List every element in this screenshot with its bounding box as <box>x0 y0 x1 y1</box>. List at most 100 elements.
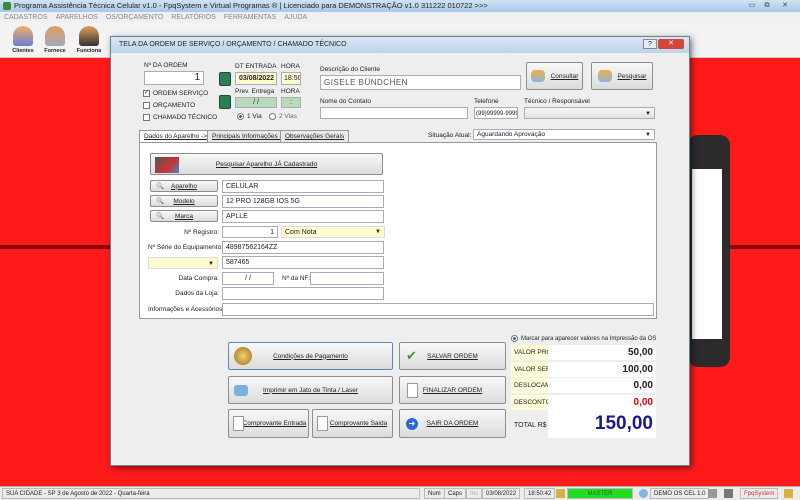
tab-observacoes-gerais[interactable]: Observações Gerais <box>280 130 350 142</box>
loja-field[interactable] <box>222 287 384 300</box>
close-dialog-button[interactable]: ✕ <box>658 39 684 49</box>
compra-field[interactable]: / / <box>222 272 274 285</box>
toolbar-fornece[interactable]: Fornece <box>40 25 70 57</box>
contato-label: Nome do Contato <box>320 98 371 105</box>
magnifier-icon: 🔍 <box>156 213 165 220</box>
status-date: 03/08/2022 <box>482 488 521 499</box>
app-title-bar: Programa Assistência Técnica Celular v1.… <box>0 0 800 12</box>
tab-principais-informacoes[interactable]: Principais Informações -> <box>207 130 291 142</box>
valor-servicos-field[interactable]: 100,00 <box>548 362 656 377</box>
extra-select[interactable]: ▼ <box>148 257 218 269</box>
close-app-button[interactable]: ✕ <box>778 1 792 10</box>
users-icon <box>530 70 545 82</box>
aparelho-field[interactable]: CELULAR <box>222 180 384 193</box>
type-chamado-tecnico[interactable]: CHAMADO TÉCNICO <box>143 114 217 121</box>
status-ins: Ins <box>466 488 483 499</box>
toolbar-funciona[interactable]: Funciona <box>74 25 104 57</box>
document-check-icon <box>407 383 418 398</box>
radio-selected-icon <box>237 113 244 120</box>
checkbox-checked-icon[interactable]: ✓ <box>143 90 150 97</box>
menu-cadastros[interactable]: CADASTROS <box>4 14 48 21</box>
nf-field[interactable] <box>310 272 384 285</box>
radio-icon <box>269 113 276 120</box>
devices-icon <box>155 157 179 173</box>
phone-wallpaper-image <box>688 135 730 367</box>
serie-field[interactable]: 48987562164ZZ <box>222 241 384 254</box>
checkmark-icon: ✔ <box>406 348 417 363</box>
cliente-field[interactable]: GISELE BÜNDCHEN <box>320 75 521 90</box>
radio-1-via[interactable]: 1 Via <box>237 113 262 120</box>
supplier-icon <box>45 26 65 46</box>
dt-entrada-label: DT ENTRADA <box>235 63 277 70</box>
prev-entrega-label: Prev. Entrega <box>235 88 275 95</box>
info-field[interactable] <box>222 303 654 316</box>
loja-label: Dados da Loja: <box>175 290 219 297</box>
lock-icon[interactable] <box>708 489 717 498</box>
type-ordem-servico[interactable]: ✓ ORDEM SERVIÇO <box>143 90 208 97</box>
chevron-down-icon: ▼ <box>645 111 651 117</box>
radio-2-vias[interactable]: 2 Vias <box>269 113 297 120</box>
marca-button[interactable]: 🔍 Marca <box>150 210 218 222</box>
help-button[interactable]: ? <box>643 39 657 49</box>
aparelho-button[interactable]: 🔍 Aparelho <box>150 180 218 192</box>
comprovante-entrada-button[interactable]: Comprovante Entrada <box>228 409 309 438</box>
menu-aparelhos[interactable]: APARELHOS <box>56 14 98 21</box>
telefone-field[interactable]: (99)99999-9999 <box>474 107 518 119</box>
status-caps: Caps <box>444 488 467 499</box>
menu-ajuda[interactable]: AJUDA <box>284 14 307 21</box>
hora-field[interactable]: 18:50 <box>281 72 301 85</box>
clients-icon <box>13 26 33 46</box>
coins-icon <box>234 347 252 365</box>
telefone-label: Telefone <box>474 98 499 105</box>
pesquisar-aparelho-button[interactable]: Pesquisar Aparelho JÁ Cadastrado <box>150 153 383 175</box>
hora2-label: HORA <box>281 88 300 95</box>
calendar-icon[interactable] <box>219 95 231 109</box>
maximize-button[interactable]: ⧉ <box>760 1 774 10</box>
dt-entrada-field[interactable]: 03/08/2022 <box>235 72 277 85</box>
situacao-select[interactable]: Aguardando Aprovação ▼ <box>473 129 655 140</box>
magnifier-icon: 🔍 <box>156 198 165 205</box>
valor-produtos-field[interactable]: 50,00 <box>548 345 656 360</box>
finalizar-ordem-button[interactable]: FINALIZAR ORDEM <box>399 376 506 404</box>
calendar-icon[interactable] <box>219 72 231 86</box>
prev-entrega-field[interactable]: / / <box>235 97 277 108</box>
menu-ferramentas[interactable]: FERRAMENTAS <box>224 14 276 21</box>
contato-field[interactable] <box>320 107 468 119</box>
minimize-button[interactable]: ▭ <box>745 1 759 10</box>
extra-field[interactable]: 587465 <box>222 256 384 269</box>
nota-select[interactable]: Com Nota ▼ <box>281 226 385 238</box>
order-number-field[interactable]: 1 <box>144 71 204 85</box>
pesquisar-button[interactable]: Pesquisar <box>591 62 653 90</box>
hora2-field[interactable]: : <box>281 97 301 108</box>
toolbar-clientes[interactable]: Clientes <box>8 25 38 57</box>
menu-relatorios[interactable]: RELATÓRIOS <box>171 14 216 21</box>
menu-os-orcamento[interactable]: OS/ORÇAMENTO <box>106 14 163 21</box>
situacao-label: Situação Atual: <box>428 132 472 139</box>
desconto-field[interactable]: 0,00 <box>548 395 656 410</box>
monitor-icon[interactable] <box>724 489 733 498</box>
tecnico-select[interactable]: ▼ <box>524 107 655 119</box>
menu-bar: CADASTROS APARELHOS OS/ORÇAMENTO RELATÓRIOS… <box>0 12 800 23</box>
status-bar: SUA CIDADE - SP 3 de Agosto de 2022 - Qu… <box>0 486 800 500</box>
app-title: Programa Assistência Técnica Celular v1.… <box>14 1 488 10</box>
checkbox-icon[interactable] <box>143 114 150 121</box>
user-icon <box>784 489 793 498</box>
checkbox-icon[interactable] <box>143 102 150 109</box>
modelo-field[interactable]: 12 PRO 128GB IOS 5G <box>222 195 384 208</box>
marca-field[interactable]: APLLE <box>222 210 384 223</box>
type-orcamento[interactable]: ORÇAMENTO <box>143 102 195 109</box>
total-value: 150,00 <box>548 410 656 438</box>
modelo-button[interactable]: 🔍 Modelo <box>150 195 218 207</box>
deslocamento-field[interactable]: 0,00 <box>548 378 656 393</box>
comprovante-saida-button[interactable]: Comprovante Saida <box>312 409 393 438</box>
registro-field[interactable]: 1 <box>222 226 278 238</box>
condicoes-pagamento-button[interactable]: Condições de Pagamento <box>228 342 393 370</box>
salvar-ordem-button[interactable]: ✔ SALVAR ORDEM <box>399 342 506 370</box>
registro-label: Nº Registro: <box>184 229 219 236</box>
total-label: TOTAL R$ <box>514 422 547 429</box>
marcar-valores-option[interactable]: Marcar para aparecer valores na Impressã… <box>511 335 656 342</box>
consultar-button[interactable]: Consultar <box>526 62 583 90</box>
sair-ordem-button[interactable]: ➜ SAIR DA ORDEM <box>399 409 506 438</box>
imprimir-button[interactable]: Imprimir em Jato de Tinta / Laser <box>228 376 393 404</box>
status-version: DEMO OS CEL 1.0 <box>650 488 710 499</box>
